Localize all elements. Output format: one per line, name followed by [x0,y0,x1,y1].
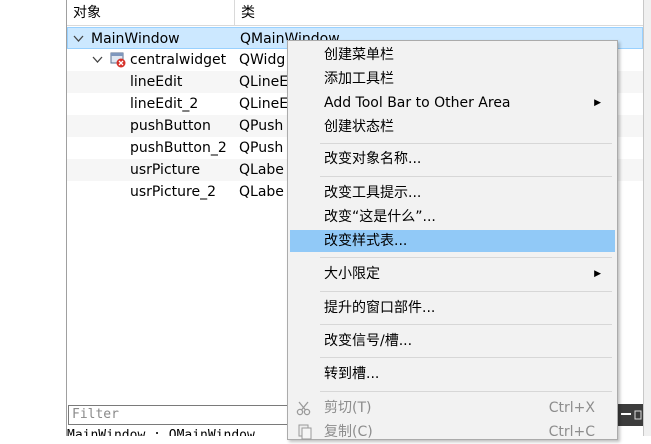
left-panel [0,0,67,436]
tree-row-name: pushButton [130,118,211,134]
menu-item-size-constraints[interactable]: 大小限定 ▶ [290,263,615,285]
menu-item-change-object-name[interactable]: 改变对象名称... [290,148,615,170]
menu-separator [320,357,612,358]
tree-row-name: lineEdit_2 [130,96,199,112]
toolbar-fragment [617,404,643,426]
tree-row-name: MainWindow [91,31,180,47]
header-object-column[interactable]: 对象 [67,0,235,26]
menu-separator [320,143,612,144]
tree-row-class: QPush [239,140,284,156]
menu-item-add-toolbar-other-area[interactable]: Add Tool Bar to Other Area ▶ [290,92,615,114]
menu-separator [320,257,612,258]
menu-separator [320,176,612,177]
menu-item-change-signals-slots[interactable]: 改变信号/槽... [290,330,615,352]
chevron-down-icon[interactable] [92,49,103,71]
tree-row-name: usrPicture_2 [130,184,216,200]
tree-header: 对象 类 [67,0,643,26]
tree-row-class: QLineE [239,96,289,112]
scissors-icon [296,400,314,416]
status-text: MainWindow : QMainWindow [67,428,255,436]
menu-separator [320,291,612,292]
menu-item-cut[interactable]: 剪切(T) Ctrl+X [290,397,615,419]
menu-item-add-toolbar[interactable]: 添加工具栏 [290,68,615,90]
tree-row-class: QLabe [239,184,284,200]
tree-row-name: pushButton_2 [130,140,227,156]
widget-icon [110,52,126,72]
tree-row-class: QWidg [239,52,286,68]
menu-separator [320,391,612,392]
tree-row-name: usrPicture [130,162,201,178]
menu-item-change-stylesheet[interactable]: 改变样式表... [290,230,615,252]
tree-row-name: centralwidget [130,52,227,68]
chevron-down-icon[interactable] [73,28,84,50]
menu-item-create-menubar[interactable]: 创建菜单栏 [290,44,615,66]
tree-row-class: QPush [239,118,284,134]
menu-item-copy[interactable]: 复制(C) Ctrl+C [290,421,615,443]
submenu-arrow-icon: ▶ [594,269,601,279]
shortcut-label: Ctrl+C [548,424,595,440]
filter-placeholder: Filter [72,407,119,422]
tree-row-class: QLineE [239,74,289,90]
menu-item-change-whats-this[interactable]: 改变“这是什么”... [290,206,615,228]
right-panel-edge [643,0,651,436]
menu-item-promote-widget[interactable]: 提升的窗口部件... [290,297,615,319]
shortcut-label: Ctrl+X [548,400,595,416]
tree-row-name: lineEdit [130,74,183,90]
context-menu: 创建菜单栏 添加工具栏 Add Tool Bar to Other Area ▶… [287,40,618,440]
submenu-arrow-icon: ▶ [594,98,601,108]
header-class-column[interactable]: 类 [235,0,535,26]
menu-item-change-tooltip[interactable]: 改变工具提示... [290,182,615,204]
copy-icon [296,424,314,440]
menu-separator [320,324,612,325]
filter-input[interactable]: Filter [68,405,288,425]
menu-item-go-to-slot[interactable]: 转到槽... [290,363,615,385]
menu-item-create-statusbar[interactable]: 创建状态栏 [290,116,615,138]
tree-row-class: QLabe [239,162,284,178]
